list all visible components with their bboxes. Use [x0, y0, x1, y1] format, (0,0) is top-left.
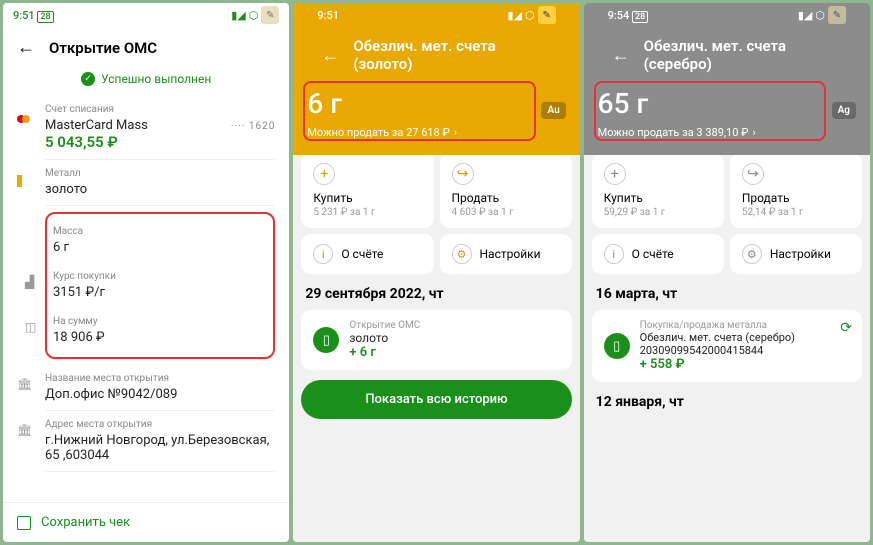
gold-bar-icon [17, 172, 33, 184]
chart-icon: ▟ [25, 275, 41, 287]
back-icon[interactable]: ← [612, 45, 630, 66]
time: 9:51 [13, 9, 35, 22]
bank-icon: 🏛 [17, 377, 33, 389]
settings-card[interactable]: ⚙ Настройки [730, 234, 862, 274]
edit-icon[interactable]: ✎ [538, 6, 556, 24]
header: ← Обезлич. мет. счета (серебро) [598, 27, 856, 83]
date-header: 16 марта, чт [592, 280, 862, 304]
gear-icon: ⚙ [452, 244, 472, 264]
address-row: 🏛 Адрес места открытия г.Нижний Новгород… [45, 411, 275, 472]
buy-card[interactable]: + Купить 5 231 ₽ за 1 г [301, 153, 433, 228]
rate-row: ▟ Курс покупки 3151 ₽/г [53, 263, 267, 308]
gear-icon: ⚙ [742, 244, 762, 264]
sell-value-link[interactable]: Можно продать за 27 618 ₽› [307, 126, 565, 139]
transaction-row[interactable]: ▯ Покупка/продажа металла Обезлич. мет. … [592, 310, 862, 382]
date-badge: 28 [632, 11, 648, 23]
debit-account-row[interactable]: Счет списания MasterCard Mass···· 1620 5… [45, 96, 275, 160]
time: 9:51 [317, 9, 339, 22]
plus-icon: + [313, 163, 335, 185]
signal-icon: ▮◢ [231, 9, 246, 22]
sell-card[interactable]: ↪ Продать 52,14 ₽ за 1 г [730, 153, 862, 228]
header: ← Открытие ОМС [3, 27, 289, 68]
save-receipt-button[interactable]: Сохранить чек [3, 502, 289, 542]
date-header: 12 января, чт [592, 388, 862, 412]
info-icon: i [313, 244, 333, 264]
status-badge: ✓ Успешно выполнен [3, 68, 289, 96]
page-title: Обезлич. мет. счета (серебро) [644, 37, 842, 73]
wallet-icon: ◫ [25, 320, 41, 332]
info-icon: i [604, 244, 624, 264]
place-row: 🏛 Название места открытия Доп.офис №9042… [45, 365, 275, 411]
transaction-icon: ▯ [604, 333, 630, 359]
back-icon[interactable]: ← [17, 37, 35, 58]
metal-badge: Au [541, 102, 565, 119]
transaction-row[interactable]: ▯ Открытие ОМС золото + 6 г [301, 310, 571, 370]
check-icon: ✓ [81, 72, 95, 86]
highlight-box: Масса 6 г ▟ Курс покупки 3151 ₽/г ◫ На с… [45, 212, 275, 359]
account-balance: 5 043,55 ₽ [45, 133, 275, 151]
sell-value-link[interactable]: Можно продать за 3 389,10 ₽› [598, 126, 856, 139]
account-amount: 6 г [307, 87, 342, 120]
chevron-right-icon: › [752, 126, 755, 139]
date-badge: 28 [37, 11, 53, 23]
plus-icon: + [604, 163, 626, 185]
mastercard-icon [17, 108, 33, 120]
show-history-button[interactable]: Показать всю историю [301, 380, 571, 419]
buy-card[interactable]: + Купить 59,29 ₽ за 1 г [592, 153, 724, 228]
metal-row: Металл золото [45, 160, 275, 206]
receipt-icon [17, 516, 31, 530]
arrow-right-icon: ↪ [742, 163, 764, 185]
settings-card[interactable]: ⚙ Настройки [440, 234, 572, 274]
chevron-right-icon: › [454, 126, 457, 139]
header: ← Обезлич. мет. счета (золото) [307, 27, 565, 83]
account-amount: 65 г [598, 87, 649, 120]
status-bar: 9:51 28 ▮◢⬡✎ [3, 3, 289, 27]
status-bar: 9:54 28 ▮◢⬡✎ [598, 3, 856, 27]
back-icon[interactable]: ← [321, 45, 339, 66]
sum-row: ◫ На сумму 18 906 ₽ [53, 308, 267, 353]
wifi-icon: ⬡ [815, 9, 825, 22]
page-title: Обезлич. мет. счета (золото) [353, 37, 551, 73]
signal-icon: ▮◢ [508, 9, 523, 22]
date-header: 29 сентября 2022, чт [301, 280, 571, 304]
edit-icon: ✎ [261, 6, 279, 24]
sell-card[interactable]: ↪ Продать 4 603 ₽ за 1 г [440, 153, 572, 228]
mass-row: Масса 6 г [53, 218, 267, 263]
about-card[interactable]: i О счёте [301, 234, 433, 274]
bank-icon: 🏛 [17, 423, 33, 435]
about-card[interactable]: i О счёте [592, 234, 724, 274]
status-bar: 9:51 ▮◢⬡✎ [307, 3, 565, 27]
time: 9:54 [608, 9, 630, 22]
edit-icon: ✎ [828, 6, 846, 24]
wifi-icon: ⬡ [525, 9, 535, 22]
transaction-icon: ▯ [313, 327, 339, 353]
refresh-icon[interactable]: ⟳ [840, 320, 852, 336]
arrow-right-icon: ↪ [452, 163, 474, 185]
page-title: Открытие ОМС [49, 39, 157, 57]
signal-icon: ▮◢ [798, 9, 813, 22]
wifi-icon: ⬡ [249, 9, 259, 22]
metal-badge: Ag [832, 102, 856, 119]
